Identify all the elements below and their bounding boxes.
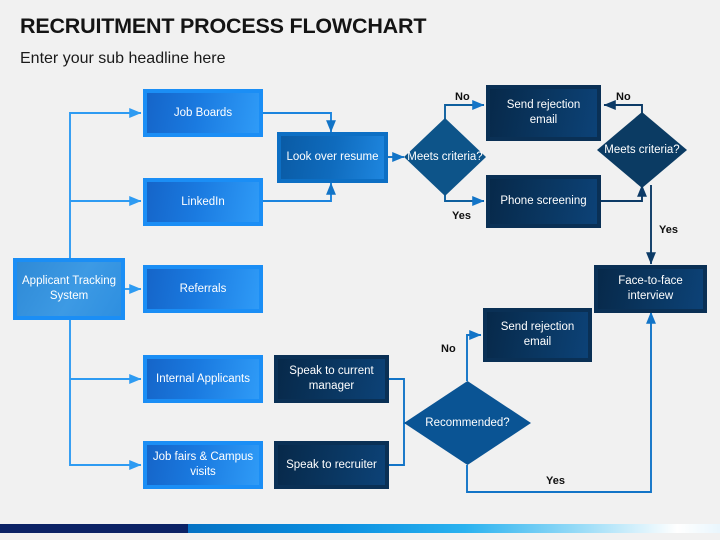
node-label: Recommended? bbox=[425, 416, 510, 429]
decision-meets-criteria-1[interactable]: Meets criteria? bbox=[404, 118, 486, 196]
node-label: Send rejection email bbox=[500, 321, 575, 348]
node-label: Speak to current manager bbox=[289, 365, 374, 392]
node-label: Face-to-face interview bbox=[618, 275, 683, 302]
edge-label-yes-2: Yes bbox=[659, 224, 678, 236]
node-internal-applicants[interactable]: Internal Applicants bbox=[143, 355, 263, 403]
node-label: Speak to recruiter bbox=[286, 458, 377, 471]
decision-recommended[interactable]: Recommended? bbox=[404, 381, 531, 465]
edge-label-yes-3: Yes bbox=[546, 475, 565, 487]
node-job-boards[interactable]: Job Boards bbox=[143, 89, 263, 137]
node-job-fairs-campus-visits[interactable]: Job fairs & Campus visits bbox=[143, 441, 263, 489]
node-label: Internal Applicants bbox=[156, 372, 250, 385]
node-phone-screening[interactable]: Phone screening bbox=[486, 175, 601, 228]
edge-label-no-3: No bbox=[441, 343, 456, 355]
node-label: Meets criteria? bbox=[407, 150, 483, 163]
node-label: Phone screening bbox=[500, 195, 587, 208]
node-label: Look over resume bbox=[286, 151, 379, 164]
edge-label-no-1: No bbox=[455, 91, 470, 103]
slide-canvas: RECRUITMENT PROCESS FLOWCHART Enter your… bbox=[0, 0, 720, 540]
node-face-to-face-interview[interactable]: Face-to-face interview bbox=[594, 265, 707, 313]
node-label: LinkedIn bbox=[181, 195, 225, 208]
node-send-rejection-email-1[interactable]: Send rejection email bbox=[486, 85, 601, 141]
node-label: Referrals bbox=[179, 282, 227, 295]
edge-label-yes-1: Yes bbox=[452, 210, 471, 222]
node-speak-to-current-manager[interactable]: Speak to current manager bbox=[274, 355, 389, 403]
node-speak-to-recruiter[interactable]: Speak to recruiter bbox=[274, 441, 389, 489]
node-label: Meets criteria? bbox=[604, 143, 680, 156]
node-label: Send rejection email bbox=[506, 99, 581, 126]
node-label: Job Boards bbox=[173, 106, 233, 119]
node-label: Applicant Tracking System bbox=[22, 275, 116, 302]
node-send-rejection-email-2[interactable]: Send rejection email bbox=[483, 308, 592, 362]
decision-meets-criteria-2[interactable]: Meets criteria? bbox=[597, 112, 687, 188]
node-referrals[interactable]: Referrals bbox=[143, 265, 263, 313]
node-linkedin[interactable]: LinkedIn bbox=[143, 178, 263, 226]
edge-label-no-2: No bbox=[616, 91, 631, 103]
node-look-over-resume[interactable]: Look over resume bbox=[277, 132, 388, 183]
node-label: Job fairs & Campus visits bbox=[152, 451, 254, 478]
node-applicant-tracking-system[interactable]: Applicant Tracking System bbox=[13, 258, 125, 320]
